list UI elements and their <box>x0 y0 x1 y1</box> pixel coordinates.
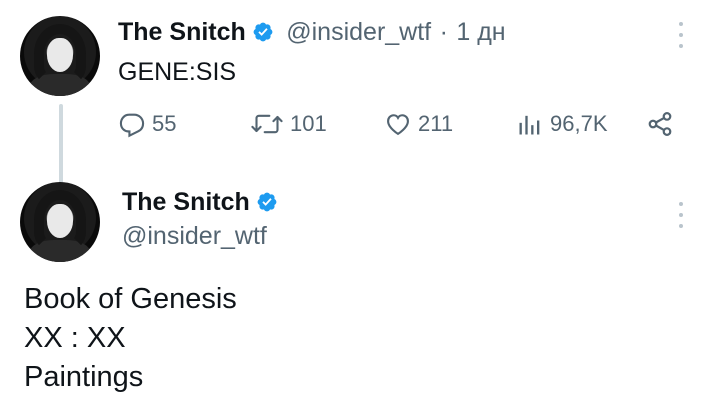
like-icon <box>387 114 409 136</box>
reply-icon <box>119 113 145 138</box>
reply-button[interactable]: 55 <box>118 110 176 138</box>
separator: · <box>439 18 448 46</box>
tweet-text-line: Paintings <box>24 361 144 393</box>
repost-button[interactable]: 101 <box>250 110 327 138</box>
tweet-actions: 55 101 211 96,7K <box>118 110 688 144</box>
share-icon <box>648 112 672 136</box>
tweet-text-line: Book of Genesis <box>24 283 237 315</box>
reply-count: 55 <box>152 111 177 136</box>
more-icon[interactable] <box>676 22 686 48</box>
author-name-row: The Snitch <box>122 188 278 217</box>
tweet-text: GENE:SIS <box>118 58 237 86</box>
tweet-text: Book of Genesis XX : XX Paintings <box>24 280 237 397</box>
tweet-quoted[interactable]: The Snitch @insider_wtf Book of Genesis … <box>0 180 720 417</box>
verified-badge-icon <box>257 192 277 212</box>
share-button[interactable] <box>646 110 680 138</box>
author-name[interactable]: The Snitch <box>118 18 246 46</box>
avatar[interactable] <box>20 16 100 96</box>
repost-icon <box>251 114 283 134</box>
more-icon[interactable] <box>676 202 686 228</box>
tweet-header: The Snitch @insider_wtf · 1 дн <box>118 18 506 47</box>
views-count: 96,7K <box>550 111 608 136</box>
thread-connector-line <box>59 104 63 184</box>
timestamp[interactable]: 1 дн <box>456 18 505 46</box>
like-button[interactable]: 211 <box>384 110 453 138</box>
repost-count: 101 <box>290 111 327 136</box>
tweet-primary[interactable]: The Snitch @insider_wtf · 1 дн GENE:SIS … <box>0 0 720 184</box>
author-name[interactable]: The Snitch <box>122 188 250 216</box>
author-handle[interactable]: @insider_wtf <box>286 18 431 46</box>
views-button[interactable]: 96,7K <box>516 110 608 138</box>
tweet-text-line: XX : XX <box>24 322 126 354</box>
avatar[interactable] <box>20 182 100 262</box>
views-icon <box>519 115 540 135</box>
like-count: 211 <box>418 111 454 136</box>
author-handle[interactable]: @insider_wtf <box>122 222 267 251</box>
verified-badge-icon <box>253 22 273 42</box>
